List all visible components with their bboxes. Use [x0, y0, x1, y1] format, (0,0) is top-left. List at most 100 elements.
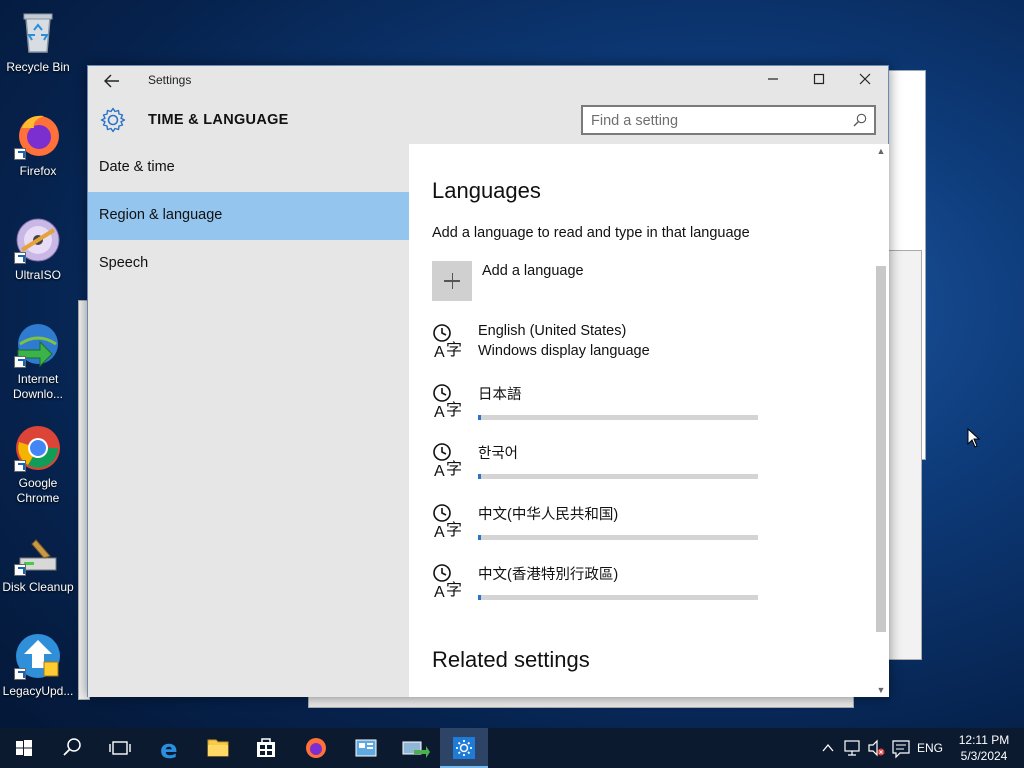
- windows-logo-icon: [16, 740, 32, 756]
- search-box[interactable]: [581, 105, 876, 135]
- edge-browser-icon: e: [160, 735, 178, 765]
- maximize-button[interactable]: [796, 66, 842, 96]
- window-title: Settings: [148, 73, 192, 87]
- taskbar-firefox[interactable]: [292, 728, 340, 768]
- close-icon: [859, 73, 871, 85]
- language-progress-bar: [478, 415, 758, 420]
- shortcut-arrow-icon: [14, 252, 26, 264]
- language-item-chinese-hong-kong[interactable]: A字 中文(香港特別行政區): [432, 563, 792, 613]
- language-name: 中文(中华人民共和国): [478, 507, 619, 523]
- content-scrollbar[interactable]: ▲ ▼: [874, 144, 888, 697]
- background-window-edge: [308, 696, 854, 708]
- desktop-icon-recycle-bin[interactable]: Recycle Bin: [0, 8, 76, 75]
- scroll-up-arrow-icon[interactable]: ▲: [874, 144, 888, 158]
- search-icon: [63, 738, 81, 756]
- sidebar: Date & time Region & language Speech: [88, 144, 409, 697]
- svg-text:字: 字: [446, 400, 462, 419]
- start-button[interactable]: [0, 728, 48, 768]
- recycle-bin-icon: [14, 8, 62, 56]
- settings-header: TIME & LANGUAGE: [88, 96, 888, 144]
- progress-fill: [478, 415, 481, 420]
- firefox-icon: [306, 738, 326, 758]
- network-tray-button[interactable]: [842, 728, 864, 768]
- download-manager-icon: [14, 320, 62, 368]
- svg-text:A: A: [434, 344, 445, 359]
- language-progress-bar: [478, 474, 758, 479]
- add-language-button[interactable]: [432, 261, 472, 301]
- taskbar-edge[interactable]: e: [146, 728, 194, 768]
- show-hidden-icons-button[interactable]: [818, 728, 838, 768]
- shortcut-arrow-icon: [14, 356, 26, 368]
- sidebar-item-speech[interactable]: Speech: [88, 240, 409, 288]
- shortcut-arrow-icon: [14, 460, 26, 472]
- minimize-button[interactable]: [750, 66, 796, 96]
- folder-icon: [207, 739, 229, 757]
- chevron-up-icon: [822, 743, 834, 752]
- action-center-button[interactable]: [890, 728, 912, 768]
- shortcut-arrow-icon: [14, 564, 26, 576]
- progress-fill: [478, 474, 481, 479]
- title-bar[interactable]: Settings: [88, 66, 888, 96]
- search-icon[interactable]: [853, 113, 867, 127]
- taskbar-file-explorer[interactable]: [194, 728, 242, 768]
- sidebar-item-region-language[interactable]: Region & language: [88, 192, 409, 240]
- firefox-icon: [14, 112, 62, 160]
- taskbar-app[interactable]: [342, 728, 390, 768]
- taskbar-settings[interactable]: [440, 728, 488, 768]
- taskbar-store[interactable]: [242, 728, 290, 768]
- svg-text:字: 字: [446, 580, 462, 599]
- volume-tray-button[interactable]: [866, 728, 888, 768]
- network-icon: [844, 740, 860, 756]
- languages-heading: Languages: [432, 178, 541, 203]
- desktop-icon-internet-download[interactable]: Internet Downlo...: [0, 320, 76, 402]
- volume-muted-icon: [868, 739, 885, 757]
- back-arrow-icon: [104, 74, 119, 88]
- sidebar-item-label: Date & time: [99, 159, 175, 175]
- desktop-icon-label: Google Chrome: [16, 476, 60, 505]
- desktop-icon-label: UltraISO: [14, 268, 61, 282]
- clock[interactable]: 12:11 PM 5/3/2024: [950, 732, 1018, 764]
- taskbar: e ENG 12:11 PM 5/3/2024: [0, 728, 1024, 768]
- disc-icon: [14, 216, 62, 264]
- close-button[interactable]: [842, 66, 888, 96]
- desktop-icon-google-chrome[interactable]: Google Chrome: [0, 424, 76, 506]
- language-status: Windows display language: [478, 343, 650, 359]
- desktop-icon-legacy-update[interactable]: LegacyUpd...: [0, 632, 76, 699]
- desktop-icon-firefox[interactable]: Firefox: [0, 112, 76, 179]
- language-item-english[interactable]: A字 English (United States) Windows displ…: [432, 323, 792, 373]
- store-icon: [257, 738, 275, 757]
- task-view-button[interactable]: [96, 728, 144, 768]
- input-language-indicator[interactable]: ENG: [914, 728, 946, 768]
- maximize-icon: [813, 73, 825, 85]
- desktop-icon-label: Firefox: [19, 164, 57, 178]
- language-item-japanese[interactable]: A字 日本語: [432, 383, 792, 433]
- disk-cleanup-icon: [14, 536, 62, 576]
- content-pane: Languages Add a language to read and typ…: [409, 144, 889, 697]
- desktop-icon-disk-cleanup[interactable]: Disk Cleanup: [0, 536, 76, 595]
- control-panel-icon: [355, 739, 377, 757]
- progress-fill: [478, 595, 481, 600]
- add-language-label[interactable]: Add a language: [482, 263, 584, 279]
- search-input[interactable]: [591, 111, 841, 131]
- desktop-icon-ultraiso[interactable]: UltraISO: [0, 216, 76, 283]
- svg-text:字: 字: [446, 340, 462, 359]
- language-icon: A字: [433, 564, 462, 599]
- taskbar-app[interactable]: [390, 728, 438, 768]
- legacy-update-icon: [14, 632, 62, 680]
- desktop-icon-label: LegacyUpd...: [2, 684, 74, 698]
- sidebar-item-label: Speech: [99, 255, 149, 271]
- scroll-thumb[interactable]: [876, 266, 886, 632]
- back-button[interactable]: [100, 70, 124, 92]
- scroll-down-arrow-icon[interactable]: ▼: [874, 683, 888, 697]
- gear-icon: [100, 107, 126, 133]
- language-item-korean[interactable]: A字 한국어: [432, 442, 792, 492]
- sidebar-item-date-time[interactable]: Date & time: [88, 144, 409, 192]
- language-item-chinese-simplified[interactable]: A字 中文(中华人民共和国): [432, 503, 792, 553]
- clock-time: 12:11 PM: [958, 733, 1010, 747]
- desktop-icon-label: Internet Downlo...: [12, 372, 64, 401]
- search-taskbar-button[interactable]: [48, 728, 96, 768]
- language-name: 日本語: [478, 387, 522, 403]
- background-window-scrollbar[interactable]: [888, 250, 922, 660]
- settings-window: Settings TIME & LANGUAGE Date & time Reg…: [87, 65, 889, 697]
- minimize-icon: [768, 78, 778, 80]
